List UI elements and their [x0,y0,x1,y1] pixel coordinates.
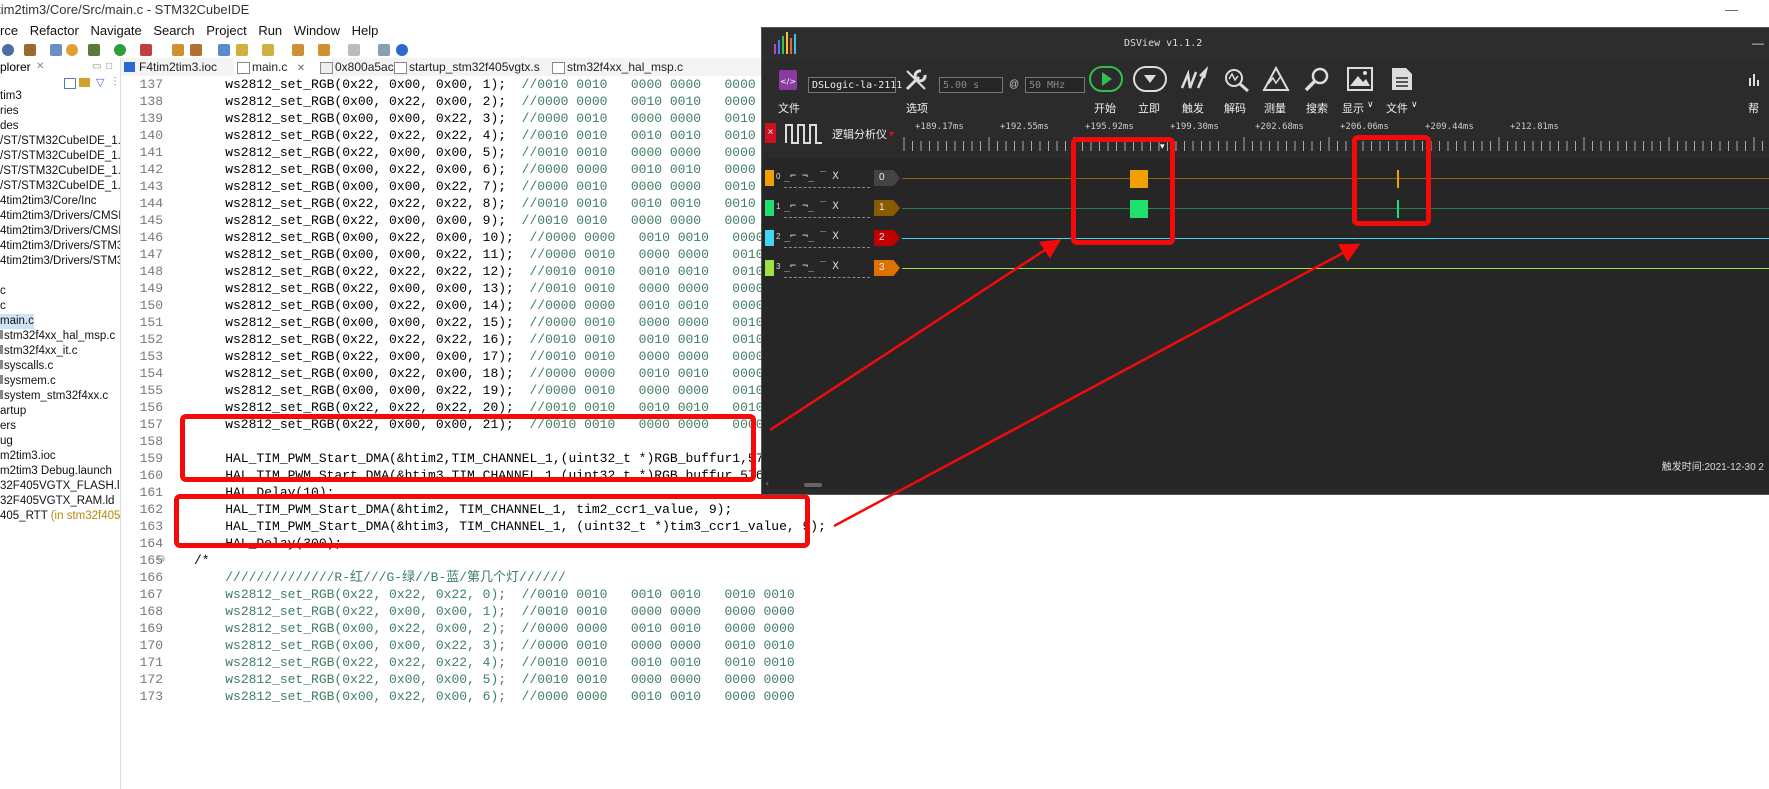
arrow-to-wave-start [769,239,1062,432]
annotation-arrows [769,239,1361,528]
arrow-to-wave-end [833,243,1361,528]
